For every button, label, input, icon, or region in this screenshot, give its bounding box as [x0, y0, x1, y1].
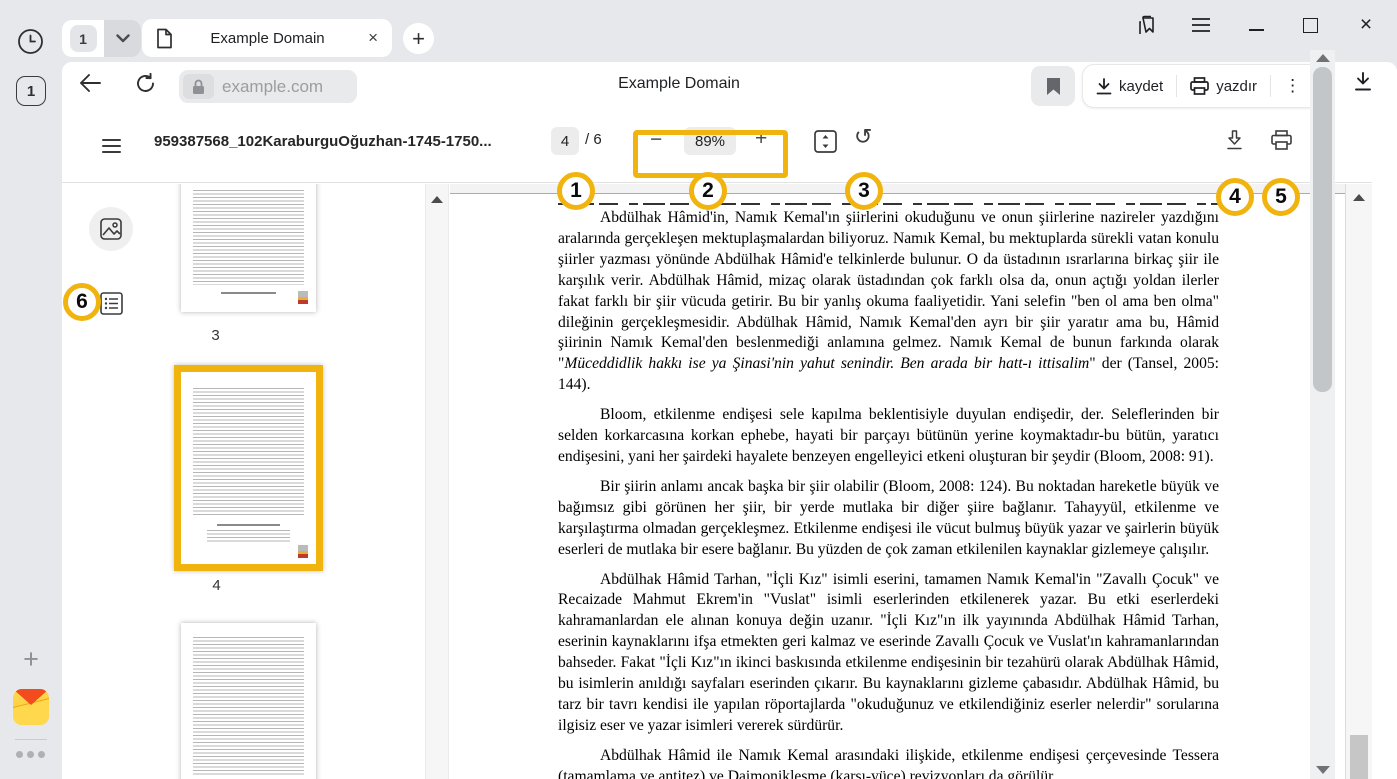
page-total: / 6 — [585, 131, 602, 148]
tab-close-icon[interactable]: × — [362, 28, 378, 48]
save-label: kaydet — [1119, 78, 1163, 95]
reload-icon[interactable] — [135, 73, 156, 94]
bookmark-icon[interactable] — [1031, 66, 1075, 106]
zoom-in-button[interactable]: + — [755, 127, 767, 151]
rail-more-dots[interactable] — [16, 751, 45, 758]
thumbnail-page-5[interactable] — [181, 623, 316, 779]
pdf-page: Abdülhak Hâmid'in, Namık Kemal'ın şiirle… — [450, 193, 1345, 779]
yandex-mail-icon[interactable] — [13, 689, 49, 725]
tab-group-chip[interactable]: 1 — [62, 20, 141, 57]
zoom-level[interactable]: 89% — [684, 127, 736, 155]
rotate-icon[interactable]: ↺ — [854, 124, 872, 150]
browser-menu-icon[interactable] — [1188, 12, 1214, 38]
tab-example-domain[interactable]: Example Domain × — [142, 19, 392, 57]
printer-icon — [1190, 77, 1209, 95]
scroll-down-icon[interactable] — [1316, 766, 1330, 774]
envelope-flap — [13, 689, 49, 705]
pdf-actions-pill: kaydet yazdır ⋮ — [1082, 64, 1326, 108]
tab-group-count[interactable]: 1 — [62, 20, 104, 57]
thumbnail-label-4: 4 — [140, 577, 359, 594]
zoom-out-button[interactable]: − — [650, 128, 662, 152]
actions-more-icon[interactable]: ⋮ — [1271, 76, 1314, 96]
thumbnail-scrollbar[interactable] — [425, 184, 449, 779]
tab-title: Example Domain — [173, 30, 362, 47]
tab-group-expand[interactable] — [104, 20, 141, 57]
lock-icon[interactable] — [183, 74, 214, 99]
fit-page-icon[interactable] — [814, 130, 837, 153]
window-scrollbar[interactable] — [1310, 50, 1335, 779]
rail-plus-icon[interactable]: + — [17, 645, 45, 673]
paragraph: Abdülhak Hâmid'in, Namık Kemal'ın şiirle… — [558, 208, 1219, 396]
page-number-input[interactable]: 4 — [551, 127, 579, 155]
minimize-button[interactable] — [1243, 12, 1269, 38]
workspace-1-button[interactable]: 1 — [16, 76, 46, 106]
scroll-up-icon[interactable] — [1353, 194, 1365, 201]
thumbnail-label-3: 3 — [140, 327, 358, 344]
bookmarks-panel-icon[interactable] — [1134, 12, 1160, 38]
thumbnails-view-button[interactable] — [89, 207, 133, 251]
page-gap — [450, 184, 1345, 193]
download-icon — [1096, 78, 1112, 95]
thumbnail-page-4-selected[interactable] — [174, 365, 323, 571]
paragraph: Abdülhak Hâmid Tarhan, "İçli Kız" isimli… — [558, 570, 1219, 737]
print-label: yazdır — [1216, 78, 1257, 95]
pdf-download-icon[interactable] — [1226, 130, 1243, 150]
pdf-toolbar: 959387568_102KaraburguOğuzhan-1745-1750.… — [62, 110, 1372, 183]
pdf-body: 3 4 Abdülhak Hâmid'in, Namık Kemal'ın şi… — [62, 184, 1372, 779]
clipped-text-line — [558, 196, 1219, 205]
print-button[interactable]: yazdır — [1177, 77, 1270, 95]
pdf-sidebar-toggle-icon[interactable] — [102, 139, 121, 153]
list-icon — [100, 292, 123, 315]
new-tab-button[interactable]: + — [403, 23, 434, 54]
page-icon — [156, 28, 173, 49]
close-button[interactable]: × — [1353, 12, 1379, 38]
maximize-button[interactable] — [1297, 12, 1323, 38]
scroll-up-icon[interactable] — [431, 196, 443, 203]
thumbnail-panel: 3 4 — [140, 184, 425, 779]
image-icon — [100, 218, 122, 240]
document-title: Example Domain — [618, 75, 740, 93]
paragraph: Bir şiirin anlamı ancak başka bir şiir o… — [558, 477, 1219, 561]
pdf-print-icon[interactable] — [1271, 130, 1292, 150]
save-button[interactable]: kaydet — [1083, 78, 1176, 95]
chevron-down-icon — [116, 34, 130, 43]
left-rail: 1 + — [0, 0, 62, 779]
thumbnail-page-3[interactable] — [181, 184, 316, 312]
window-scrollbar-thumb[interactable] — [1313, 67, 1332, 392]
outline-view-button[interactable] — [100, 292, 123, 315]
browser-toolbar: example.com Example Domain kaydet yazdır… — [62, 62, 1397, 110]
rail-divider — [15, 739, 47, 740]
paragraph: Bloom, etkilenme endişesi sele kapılma b… — [558, 405, 1219, 468]
document-text: Abdülhak Hâmid'in, Namık Kemal'ın şiirle… — [558, 208, 1219, 779]
history-clock-icon[interactable] — [17, 28, 44, 55]
downloads-icon[interactable] — [1354, 72, 1372, 91]
paragraph: Abdülhak Hâmid ile Namık Kemal arasındak… — [558, 746, 1219, 779]
browser-content: example.com Example Domain kaydet yazdır… — [62, 62, 1397, 779]
url-text: example.com — [222, 77, 323, 97]
address-bar[interactable]: example.com — [179, 70, 357, 103]
pdf-scrollbar-thumb[interactable] — [1350, 735, 1368, 779]
pdf-scrollbar[interactable] — [1345, 184, 1372, 779]
pdf-filename: 959387568_102KaraburguOğuzhan-1745-1750.… — [154, 133, 514, 150]
back-icon[interactable] — [79, 74, 101, 92]
scroll-up-icon[interactable] — [1316, 54, 1330, 62]
